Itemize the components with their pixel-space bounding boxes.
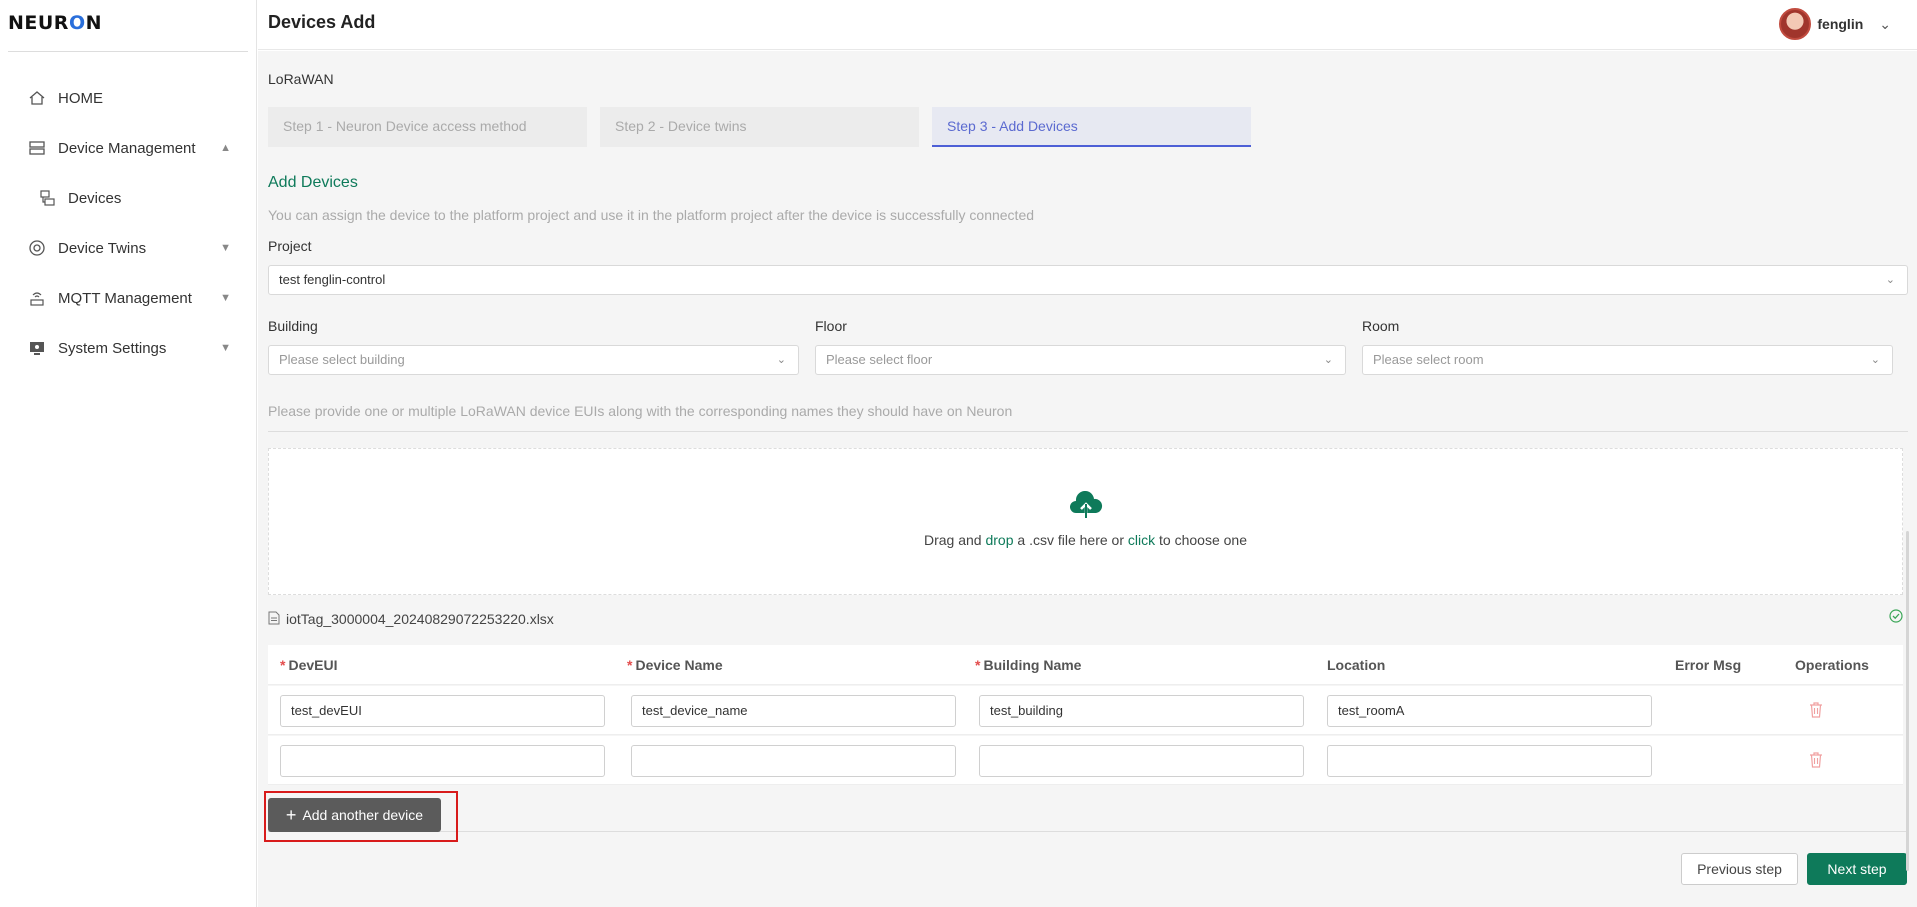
devices-icon: [38, 189, 56, 207]
building-name-input[interactable]: [979, 745, 1304, 777]
sidebar-item-label: Devices: [68, 189, 122, 207]
chevron-down-icon: ⌄: [1870, 354, 1880, 366]
dropzone-text-part: a .csv file here or: [1013, 532, 1128, 548]
dropzone-text: Drag and drop a .csv file here or click …: [269, 532, 1902, 548]
floor-placeholder: Please select floor: [826, 352, 933, 367]
file-icon: [268, 611, 280, 628]
main-content: LoRaWAN Step 1 - Neuron Device access me…: [258, 51, 1917, 907]
dropzone-click-link[interactable]: click: [1128, 532, 1155, 548]
chevron-down-icon: ▼: [220, 242, 231, 254]
user-menu[interactable]: fenglin ⌄: [1779, 8, 1891, 40]
sidebar-item-device-twins[interactable]: Device Twins ▼: [28, 235, 231, 261]
dropzone-text-part: to choose one: [1155, 532, 1247, 548]
step-2-tab[interactable]: Step 2 - Device twins: [600, 107, 919, 147]
plus-icon: +: [285, 805, 297, 825]
dropzone-drop-link: drop: [985, 532, 1014, 548]
page-title: Devices Add: [268, 12, 376, 32]
table-row: test_devEUI test_device_name test_buildi…: [268, 686, 1903, 735]
chevron-down-icon: ⌄: [1323, 354, 1333, 366]
divider: [268, 431, 1908, 432]
column-header-operations: Operations: [1795, 657, 1869, 673]
column-header-error-msg: Error Msg: [1675, 657, 1742, 673]
scrollbar[interactable]: [1906, 531, 1909, 871]
protocol-label: LoRaWAN: [268, 71, 334, 87]
add-another-device-button[interactable]: + Add another device: [268, 798, 441, 832]
building-label: Building: [268, 318, 318, 334]
uploaded-file[interactable]: iotTag_3000004_20240829072253220.xlsx: [268, 608, 1903, 630]
deveui-input[interactable]: [280, 745, 605, 777]
project-label: Project: [268, 238, 312, 254]
location-input[interactable]: test_roomA: [1327, 695, 1652, 727]
sidebar-item-mqtt-management[interactable]: MQTT Management ▼: [28, 285, 231, 311]
monitor-icon: [28, 339, 46, 357]
server-icon: [28, 139, 46, 157]
column-header-deveui: * DevEUI: [280, 657, 338, 673]
section-title: Add Devices: [268, 174, 358, 191]
table-header-row: * DevEUI * Device Name * Building Name Loca…: [268, 645, 1903, 685]
neuron-logo[interactable]: NEURON: [8, 12, 102, 34]
wifi-router-icon: [28, 289, 46, 307]
previous-step-button[interactable]: Previous step: [1681, 853, 1798, 885]
section-description: You can assign the device to the platfor…: [268, 207, 1035, 223]
chevron-down-icon: ▼: [220, 292, 231, 304]
column-header-device-name: * Device Name: [627, 657, 723, 673]
deveui-input[interactable]: test_devEUI: [280, 695, 605, 727]
sidebar-item-system-settings[interactable]: System Settings ▼: [28, 335, 231, 361]
trash-icon[interactable]: [1808, 701, 1824, 721]
room-placeholder: Please select room: [1373, 352, 1484, 367]
column-header-location: Location: [1327, 657, 1386, 673]
chevron-down-icon[interactable]: ⌄: [1879, 16, 1891, 33]
trash-icon[interactable]: [1808, 751, 1824, 771]
device-name-input[interactable]: test_device_name: [631, 695, 956, 727]
file-name: iotTag_3000004_20240829072253220.xlsx: [286, 611, 554, 627]
floor-label: Floor: [815, 318, 847, 334]
device-eui-hint: Please provide one or multiple LoRaWAN d…: [268, 403, 1013, 419]
username[interactable]: fenglin: [1817, 16, 1863, 32]
sidebar: NEURON HOME Device Management ▲ Devices …: [0, 0, 257, 907]
device-name-input[interactable]: [631, 745, 956, 777]
sidebar-item-label: HOME: [58, 89, 103, 107]
cloud-upload-icon: [1069, 490, 1103, 522]
chevron-down-icon: ▼: [220, 342, 231, 354]
file-dropzone[interactable]: Drag and drop a .csv file here or click …: [268, 448, 1903, 595]
building-select[interactable]: Please select building ⌄: [268, 345, 799, 375]
sidebar-item-label: System Settings: [58, 339, 167, 357]
table-row: [268, 736, 1903, 785]
building-placeholder: Please select building: [279, 352, 405, 367]
chevron-down-icon: ⌄: [776, 354, 786, 366]
sidebar-item-home[interactable]: HOME: [28, 85, 228, 111]
step-3-tab[interactable]: Step 3 - Add Devices: [932, 107, 1251, 147]
sidebar-item-label: MQTT Management: [58, 289, 192, 307]
column-header-building-name: * Building Name: [975, 657, 1082, 673]
project-value: test fenglin-control: [279, 272, 386, 287]
room-label: Room: [1362, 318, 1400, 334]
floor-select[interactable]: Please select floor ⌄: [815, 345, 1346, 375]
header: Devices Add fenglin ⌄: [258, 0, 1917, 50]
sidebar-item-label: Device Twins: [58, 239, 147, 257]
project-select[interactable]: test fenglin-control ⌄: [268, 265, 1908, 295]
home-icon: [28, 89, 46, 107]
chevron-up-icon: ▲: [220, 142, 231, 154]
sidebar-item-label: Device Management: [58, 139, 196, 157]
room-select[interactable]: Please select room ⌄: [1362, 345, 1893, 375]
location-input[interactable]: [1327, 745, 1652, 777]
dropzone-text-part: Drag and: [924, 532, 986, 548]
next-step-button[interactable]: Next step: [1807, 853, 1907, 885]
step-1-tab[interactable]: Step 1 - Neuron Device access method: [268, 107, 587, 147]
chevron-down-icon: ⌄: [1885, 274, 1895, 286]
check-circle-icon: [1889, 609, 1903, 626]
twins-icon: [28, 239, 46, 257]
devices-table: * DevEUI * Device Name * Building Name Loca…: [268, 645, 1903, 834]
add-button-label: Add another device: [302, 807, 424, 823]
divider: [8, 51, 248, 52]
building-name-input[interactable]: test_building: [979, 695, 1304, 727]
sidebar-item-devices[interactable]: Devices: [38, 185, 238, 211]
sidebar-item-device-management[interactable]: Device Management ▲: [28, 135, 231, 161]
divider: [268, 831, 1908, 832]
avatar[interactable]: [1779, 8, 1812, 40]
